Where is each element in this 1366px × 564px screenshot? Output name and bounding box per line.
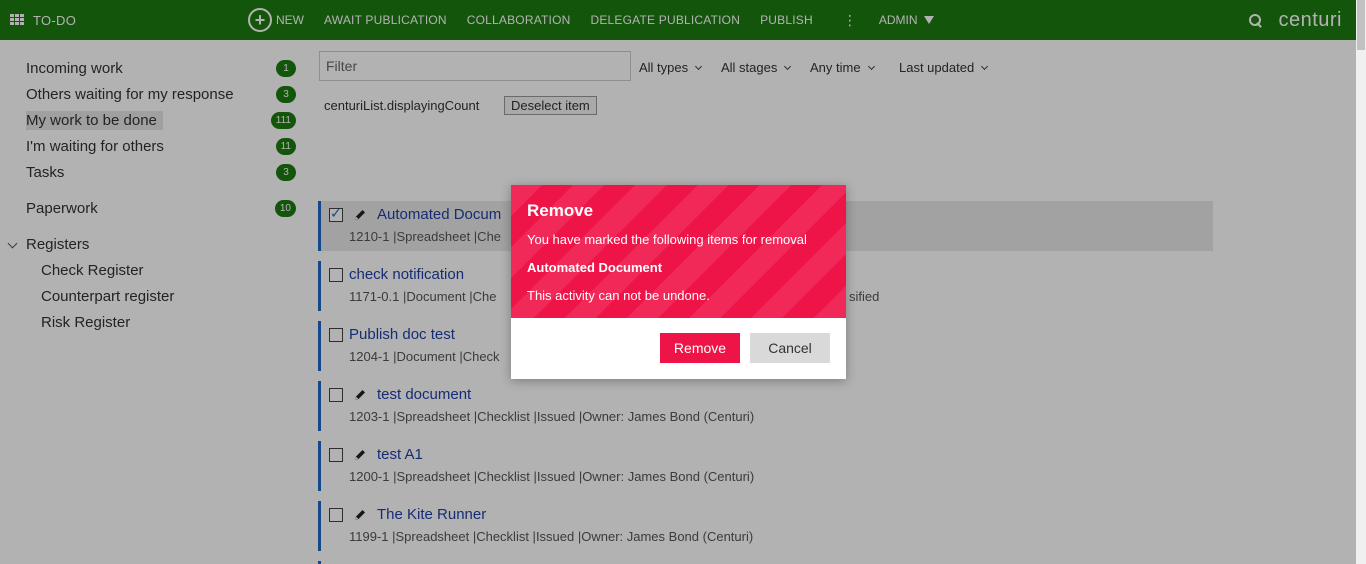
dialog-warning: This activity can not be undone. — [527, 288, 710, 303]
dialog-item-name: Automated Document — [527, 260, 663, 275]
remove-dialog: Remove You have marked the following ite… — [511, 185, 846, 379]
dialog-title: Remove — [527, 201, 594, 220]
dialog-message: You have marked the following items for … — [527, 232, 807, 247]
remove-button[interactable]: Remove — [660, 333, 740, 363]
cancel-button[interactable]: Cancel — [750, 333, 830, 363]
dialog-header: Remove You have marked the following ite… — [511, 185, 846, 318]
page-scrollbar[interactable] — [1356, 0, 1366, 564]
scrollbar-thumb[interactable] — [1357, 0, 1365, 50]
